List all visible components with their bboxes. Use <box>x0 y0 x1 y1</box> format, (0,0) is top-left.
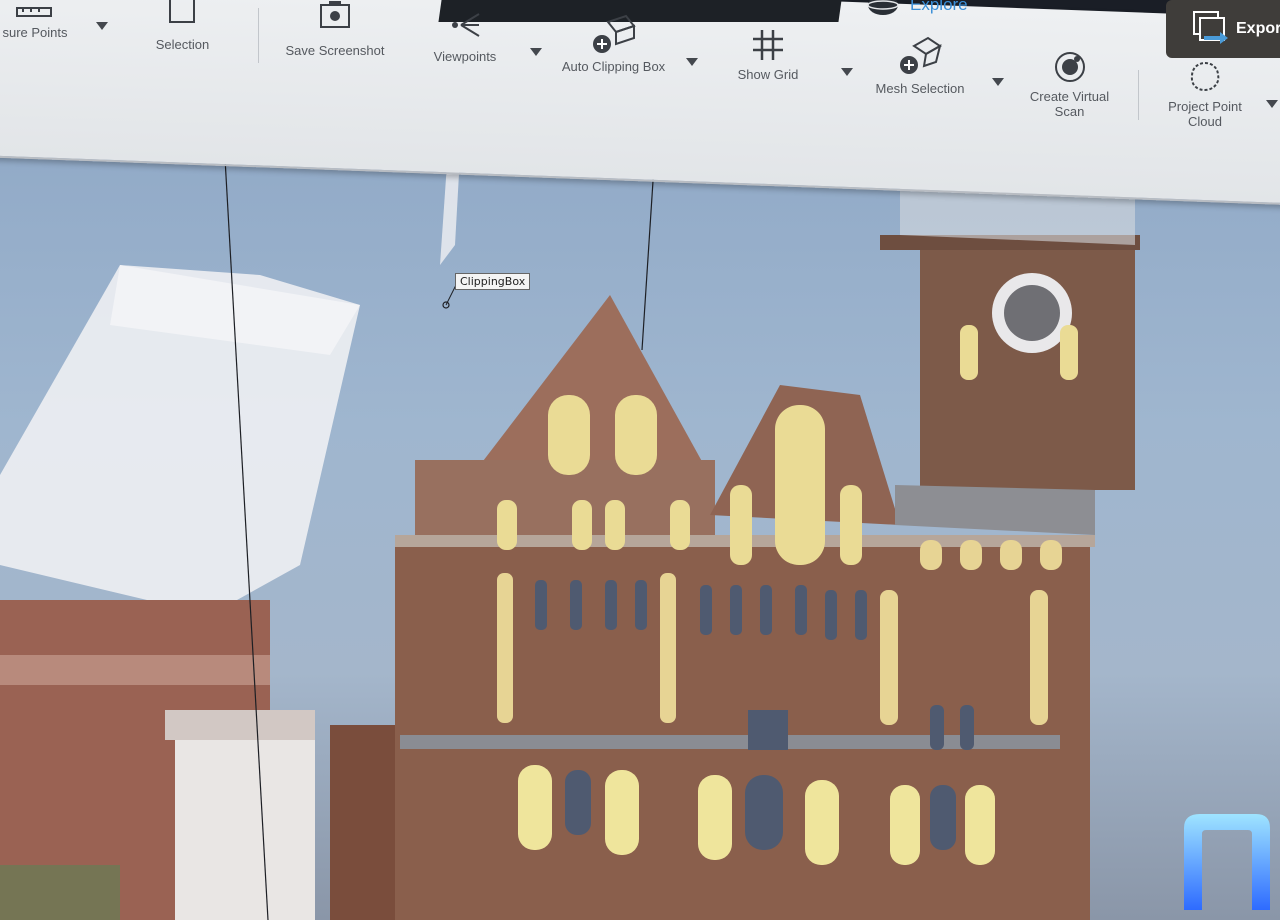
tab-explore[interactable]: Explore <box>866 0 968 16</box>
ruler-icon <box>16 7 52 17</box>
viewpoints-label: Viewpoints <box>433 49 497 64</box>
watermark-logo <box>1184 814 1270 910</box>
measure-points-label: sure Points <box>2 25 68 40</box>
show-grid-button[interactable]: Show Grid <box>728 28 808 82</box>
globe-icon <box>867 0 899 15</box>
auto-clipping-box-dropdown[interactable] <box>686 58 698 66</box>
auto-clipping-box-label: Auto Clipping Box <box>561 59 666 74</box>
tab-export[interactable]: Expor <box>1166 0 1280 58</box>
point-cloud-icon <box>1190 61 1220 92</box>
point-cloud-viewport[interactable]: ClippingBox <box>0 95 1280 920</box>
viewpoint-icon <box>452 13 480 37</box>
mesh-selection-label: Mesh Selection <box>875 81 965 96</box>
show-grid-dropdown[interactable] <box>841 68 853 76</box>
project-point-cloud-button[interactable]: Project Point Cloud <box>1160 60 1250 129</box>
virtual-scan-icon <box>1054 52 1085 82</box>
selection-button[interactable]: Selection <box>140 0 225 52</box>
camera-icon <box>320 1 350 28</box>
ribbon-separator <box>258 8 259 63</box>
project-point-cloud-label: Project Point Cloud <box>1168 99 1242 129</box>
grid-icon <box>753 30 783 60</box>
auto-clipping-box-button[interactable]: Auto Clipping Box <box>556 14 671 74</box>
create-virtual-scan-button[interactable]: Create Virtual Scan <box>1022 50 1117 119</box>
show-grid-label: Show Grid <box>737 67 799 82</box>
mesh-selection-dropdown[interactable] <box>992 78 1004 86</box>
clipping-box-icon <box>592 14 636 53</box>
point-cloud-scene <box>0 104 1140 920</box>
mesh-selection-icon <box>900 36 942 74</box>
tab-export-label: Expor <box>1236 20 1280 37</box>
viewpoints-dropdown[interactable] <box>530 48 542 56</box>
ribbon-separator <box>1138 70 1139 120</box>
selection-label: Selection <box>155 37 210 52</box>
tab-explore-label: Explore <box>910 0 968 14</box>
viewpoints-button[interactable]: Viewpoints <box>420 10 510 64</box>
export-icon <box>1193 11 1228 44</box>
measure-points-button[interactable]: sure Points <box>0 0 80 40</box>
project-point-cloud-dropdown[interactable] <box>1266 100 1278 108</box>
mesh-selection-button[interactable]: Mesh Selection <box>870 36 970 96</box>
clipping-box-label: ClippingBox <box>455 273 531 290</box>
clock-tower-point-cloud <box>920 235 1135 490</box>
save-screenshot-button[interactable]: Save Screenshot <box>280 0 390 58</box>
measure-points-dropdown[interactable] <box>96 22 108 30</box>
selection-icon <box>168 0 195 23</box>
save-screenshot-label: Save Screenshot <box>285 43 385 58</box>
create-virtual-scan-label: Create Virtual Scan <box>1029 89 1110 119</box>
